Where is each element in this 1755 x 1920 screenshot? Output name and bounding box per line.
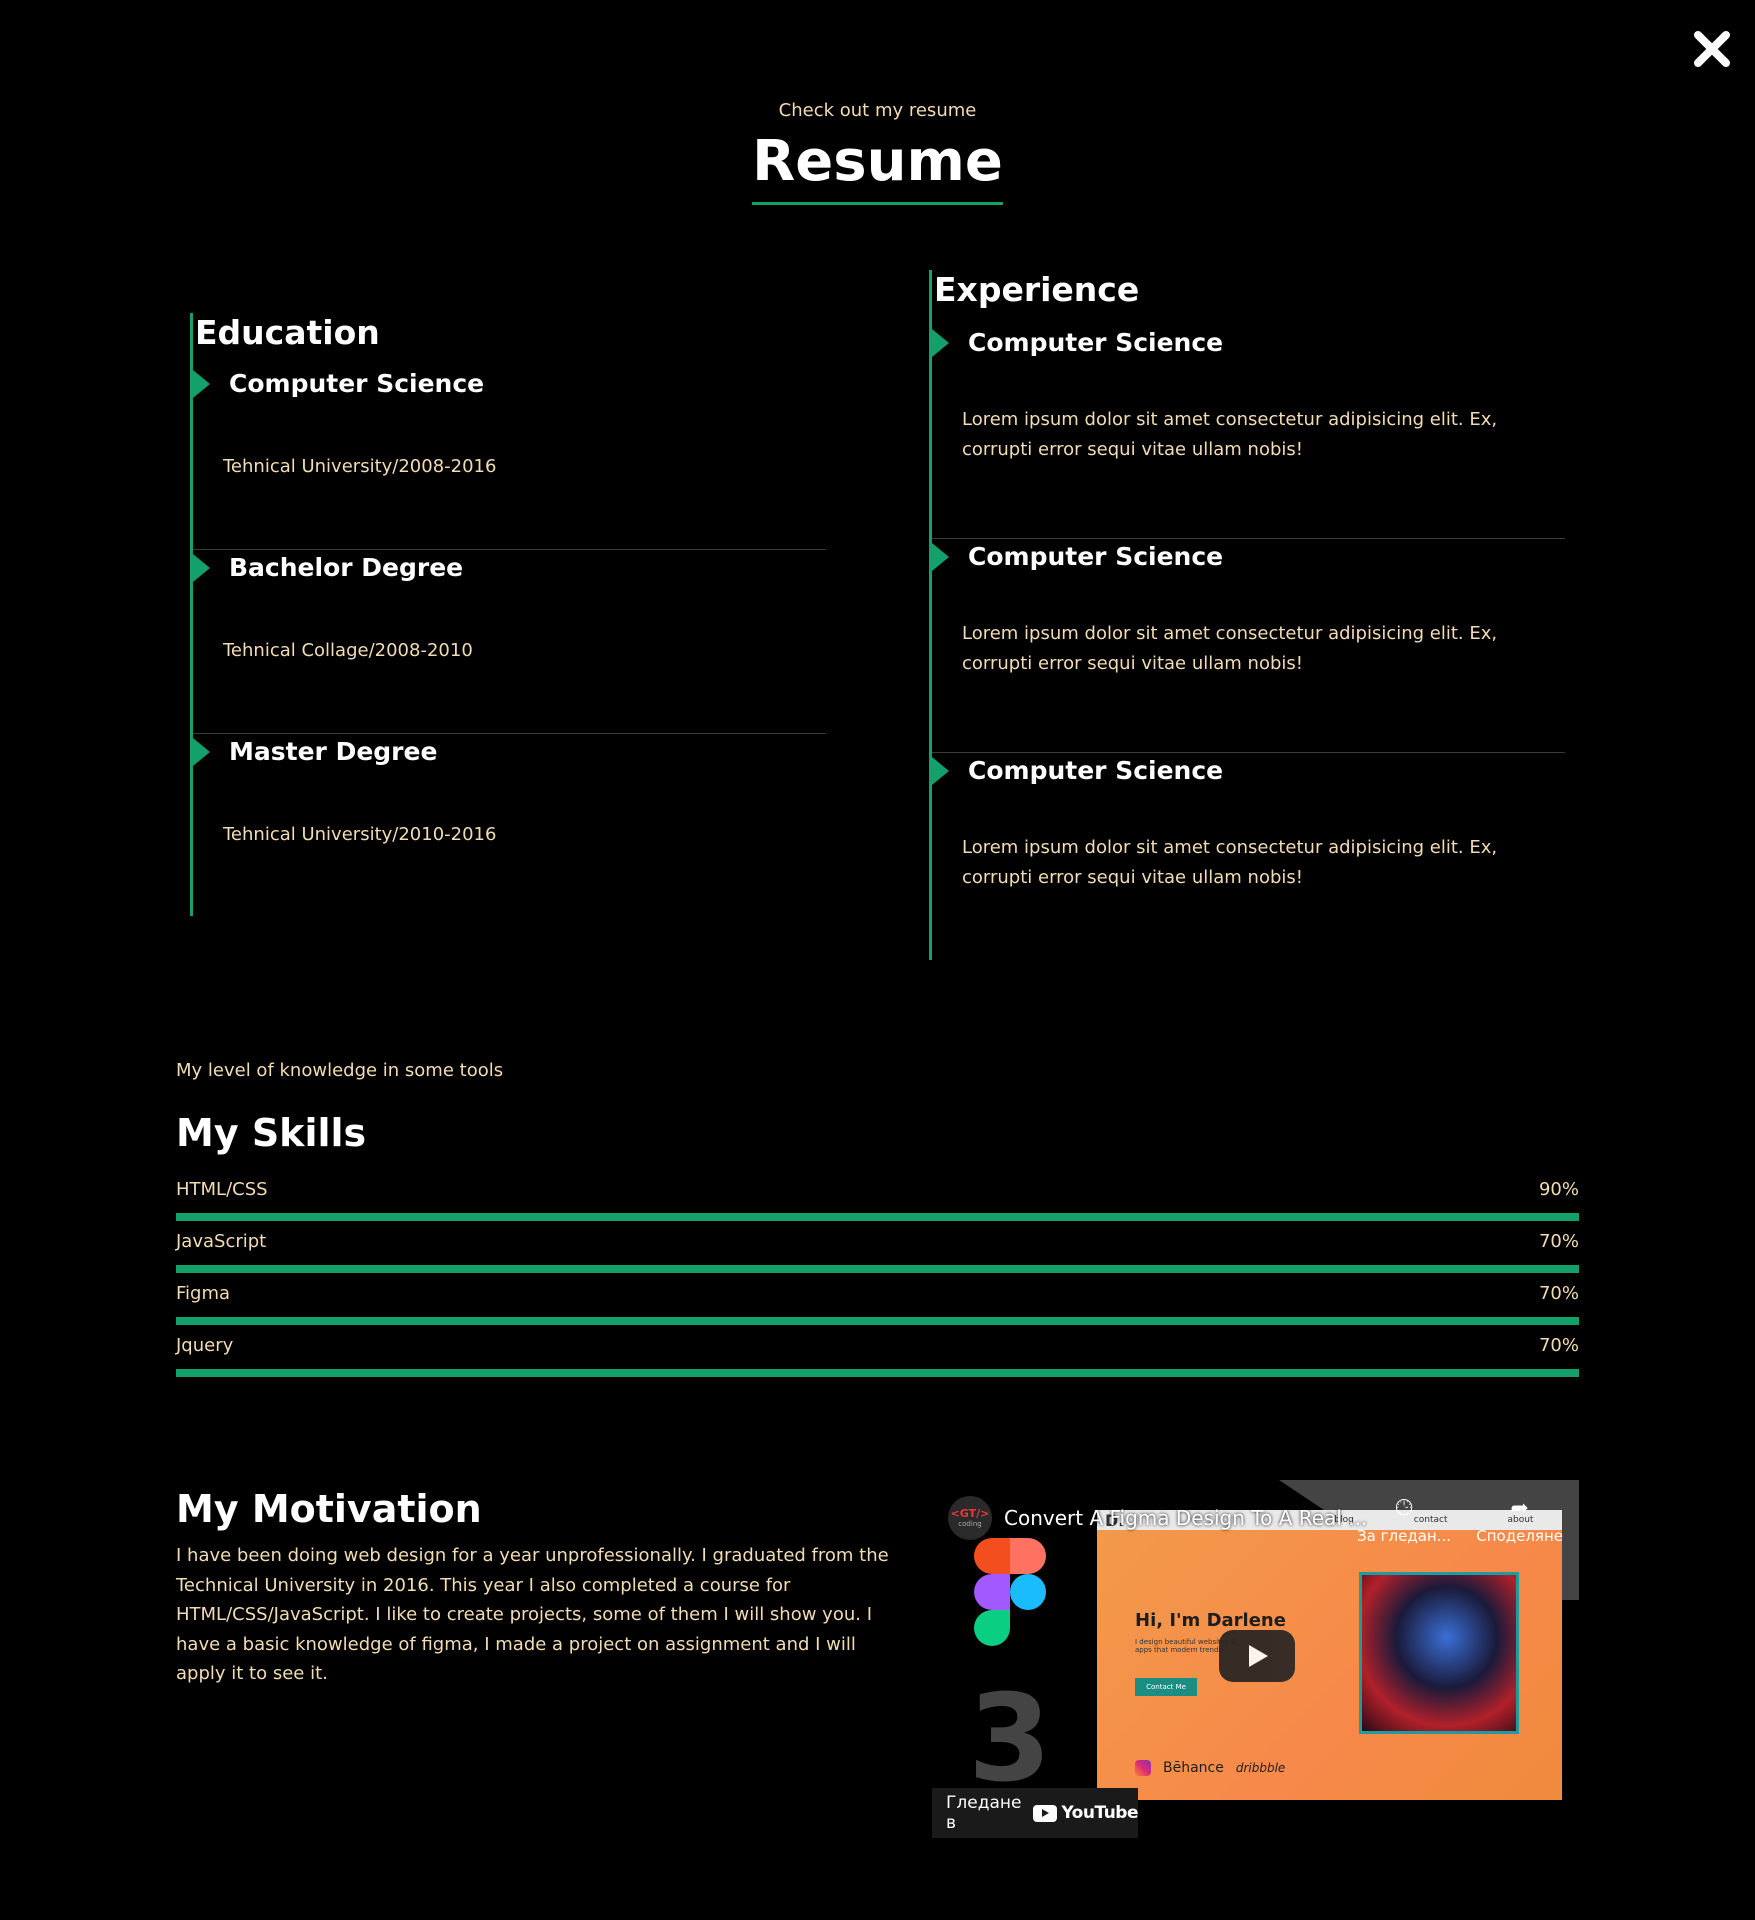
skill-progress-bar [176,1317,1579,1325]
skill-percent: 90% [1538,1179,1579,1200]
education-section: Education Computer Science Tehnical Univ… [190,313,826,916]
thumbnail-portrait [1359,1572,1519,1734]
instagram-icon [1135,1760,1151,1776]
watch-on-label: Гледане в [946,1793,1022,1833]
youtube-logo: YouTube [1033,1803,1138,1823]
education-item: Master Degree Tehnical University/2010-2… [193,734,826,918]
skills-subtitle: My level of knowledge in some tools [176,1060,504,1081]
share-icon: ➦ [1510,1496,1529,1521]
thumbnail-contact-button: Contact Me [1135,1678,1197,1696]
watch-later-label: За гледан... [1357,1527,1451,1545]
skill-row: Jquery 70% [176,1335,1579,1377]
skill-progress-bar [176,1213,1579,1221]
education-item-detail: Tehnical University/2008-2016 [223,456,497,477]
close-button[interactable] [1691,28,1733,70]
resume-header: Check out my resume Resume [0,100,1755,205]
resume-subtitle: Check out my resume [778,100,977,121]
experience-heading: Experience [934,270,1140,309]
triangle-marker-icon [193,738,210,766]
motivation-text: I have been doing web design for a year … [176,1545,889,1684]
skill-progress-fill [176,1317,1579,1325]
education-item-title: Computer Science [229,369,485,398]
share-label: Споделяне [1476,1527,1563,1545]
skill-name: JavaScript [176,1231,267,1252]
triangle-marker-icon [932,329,949,357]
skill-row: HTML/CSS 90% [176,1179,1579,1221]
video-thumbnail[interactable]: D. blog contact about Hi, I'm Darlene I … [1097,1510,1562,1800]
channel-badge: <GT/> [950,1507,990,1520]
skill-labels: HTML/CSS 90% [176,1179,1579,1203]
channel-badge-sub: coding [958,1520,982,1528]
skill-progress-fill [176,1265,1579,1273]
experience-item-title: Computer Science [968,542,1224,571]
skill-name: HTML/CSS [176,1179,268,1200]
watch-on-youtube-button[interactable]: Гледане в YouTube [932,1788,1138,1838]
experience-item-detail: Lorem ipsum dolor sit amet consectetur a… [962,623,1498,674]
triangle-marker-icon [932,543,949,571]
skill-labels: Jquery 70% [176,1335,1579,1359]
experience-item-detail: Lorem ipsum dolor sit amet consectetur a… [962,837,1498,888]
channel-avatar[interactable]: <GT/> coding [948,1496,992,1540]
skill-progress-bar [176,1265,1579,1273]
video-title[interactable]: Convert A Figma Design To A Real ... [1004,1506,1367,1530]
share-button[interactable]: ➦ Споделяне [1476,1496,1563,1545]
triangle-marker-icon [932,757,949,785]
skill-name: Figma [176,1283,231,1304]
skill-progress-fill [176,1369,1579,1377]
experience-item-title: Computer Science [968,756,1224,785]
skills-section: My level of knowledge in some tools My S… [176,1060,1579,1387]
skill-progress-bar [176,1369,1579,1377]
skill-name: Jquery [176,1335,234,1356]
motivation-heading: My Motivation [176,1487,482,1531]
education-item-detail: Tehnical University/2010-2016 [223,824,497,845]
skill-row: Figma 70% [176,1283,1579,1325]
skills-heading: My Skills [176,1111,367,1155]
thumbnail-socials: Bēhance dribbble [1135,1760,1285,1776]
education-item-title: Master Degree [229,737,438,766]
triangle-marker-icon [193,554,210,582]
skill-percent: 70% [1538,1335,1579,1356]
experience-item-title: Computer Science [968,328,1224,357]
youtube-play-icon [1033,1804,1058,1822]
clock-icon: 🕒︎ [1395,1496,1413,1521]
behance-label: Bēhance [1163,1760,1224,1776]
youtube-embed[interactable]: 3 D. blog contact about Hi, I'm Darlene … [932,1480,1579,1838]
education-item-detail: Tehnical Collage/2008-2010 [223,640,473,661]
skill-labels: JavaScript 70% [176,1231,1579,1255]
skill-progress-fill [176,1213,1579,1221]
close-icon [1694,31,1730,67]
skill-labels: Figma 70% [176,1283,1579,1307]
figma-logo-icon [974,1538,1046,1646]
experience-section: Experience Computer Science Lorem ipsum … [929,270,1565,960]
youtube-label: YouTube [1061,1803,1138,1823]
skill-percent: 70% [1538,1231,1579,1252]
play-icon[interactable] [1219,1630,1295,1682]
skill-percent: 70% [1538,1283,1579,1304]
experience-item: Computer Science Lorem ipsum dolor sit a… [932,753,1565,967]
education-item: Computer Science Tehnical University/200… [193,366,826,550]
triangle-marker-icon [193,370,210,398]
experience-item-detail: Lorem ipsum dolor sit amet consectetur a… [962,409,1498,460]
education-heading: Education [195,313,380,352]
education-item: Bachelor Degree Tehnical Collage/2008-20… [193,550,826,734]
dribbble-label: dribbble [1235,1761,1286,1775]
motivation-section: My Motivation I have been doing web desi… [176,1487,896,1689]
education-item-title: Bachelor Degree [229,553,464,582]
skill-row: JavaScript 70% [176,1231,1579,1273]
experience-item: Computer Science Lorem ipsum dolor sit a… [932,539,1565,753]
watch-later-button[interactable]: 🕒︎ За гледан... [1357,1496,1451,1545]
resume-title: Resume [752,132,1003,205]
experience-item: Computer Science Lorem ipsum dolor sit a… [932,325,1565,539]
thumbnail-hero-title: Hi, I'm Darlene [1135,1610,1286,1631]
